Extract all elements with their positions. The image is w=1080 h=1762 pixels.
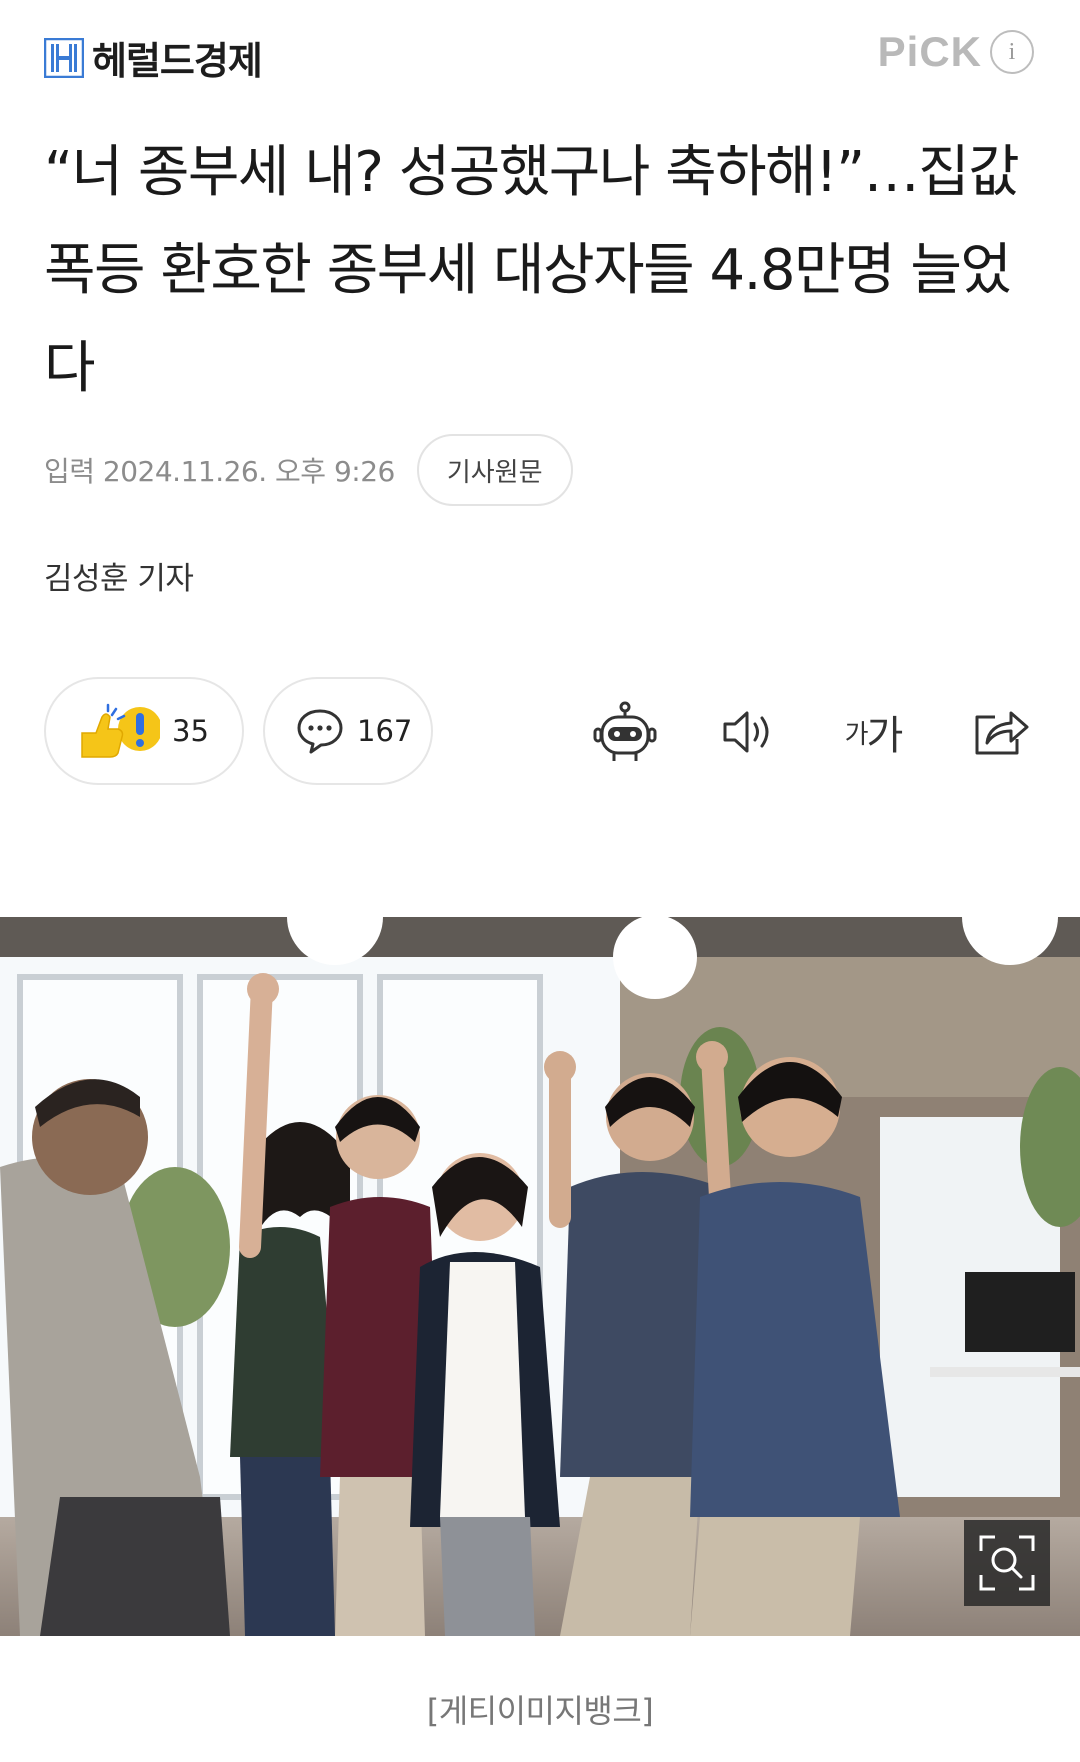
share-button[interactable] [966, 697, 1036, 767]
pick-label: PiCK [877, 28, 982, 75]
celebrating-people-photo [0, 917, 1080, 1636]
info-icon[interactable]: i [990, 30, 1034, 74]
logo-mark-icon [44, 37, 84, 78]
publish-date: 입력 2024.11.26. 오후 9:26 [44, 455, 395, 488]
comment-button[interactable]: 167 [263, 677, 433, 785]
share-icon [975, 711, 1029, 755]
speaker-icon [723, 711, 769, 753]
robot-icon [593, 701, 657, 761]
publisher-logo[interactable]: 헤럴드경제 [44, 30, 263, 85]
article-photo[interactable] [0, 917, 1080, 1636]
zoom-icon [979, 1535, 1035, 1591]
article-meta: 입력 2024.11.26. 오후 9:26 기사원문 [44, 434, 573, 506]
summary-bot-button[interactable] [590, 697, 660, 767]
photo-zoom-button[interactable] [964, 1520, 1050, 1606]
font-large-label: 가 [866, 713, 904, 759]
article-action-bar: 35 167 가가 [44, 677, 1036, 787]
comment-count: 167 [357, 714, 413, 748]
reaction-button[interactable]: 35 [44, 677, 244, 785]
text-to-speech-button[interactable] [714, 697, 784, 767]
article-title: “너 종부세 내? 성공했구나 축하해!”…집값 폭등 환호한 종부세 대상자들… [44, 140, 1020, 401]
font-small-label: 가 [844, 719, 869, 750]
comment-icon [297, 709, 343, 754]
pick-badge[interactable]: PiCK i [878, 28, 1034, 76]
logo-text: 헤럴드경제 [92, 39, 263, 83]
font-size-button[interactable]: 가가 [838, 697, 908, 767]
photo-caption: [게티이미지뱅크] [426, 1692, 654, 1730]
top-header: 헤럴드경제 PiCK i [0, 0, 1080, 110]
original-article-button[interactable]: 기사원문 [416, 434, 573, 506]
reaction-emoji-icon [81, 703, 160, 758]
reporter-name[interactable]: 김성훈 기자 [44, 553, 194, 598]
reaction-count: 35 [172, 714, 209, 748]
